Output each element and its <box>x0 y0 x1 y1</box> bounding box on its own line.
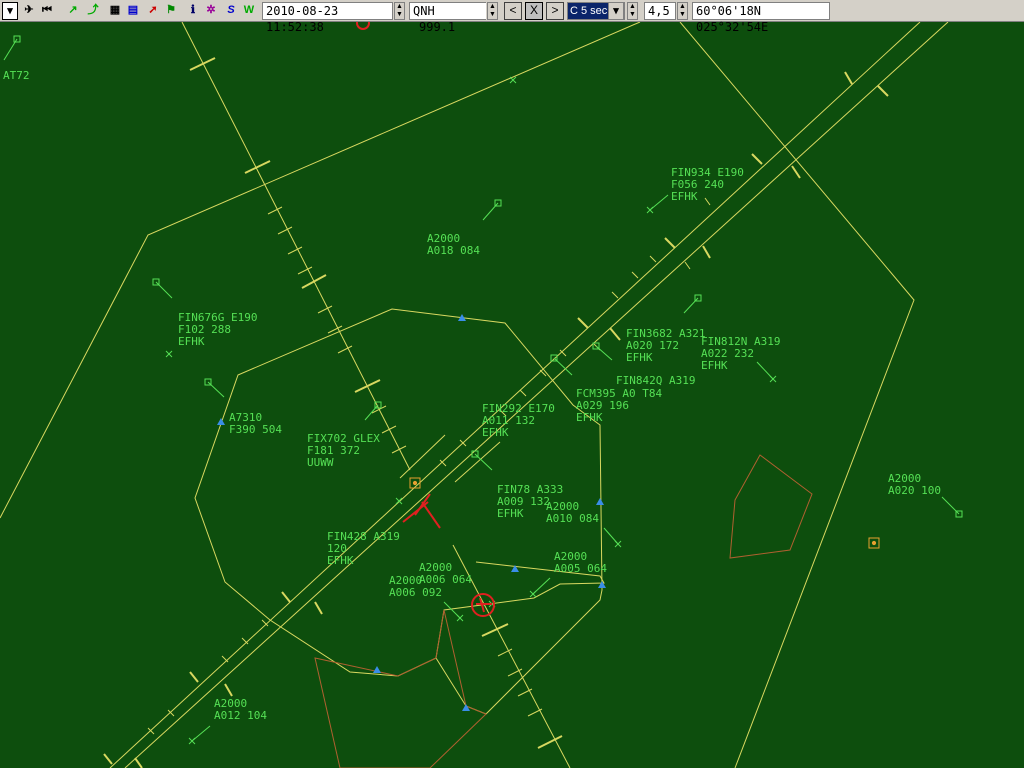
runway-icon[interactable]: ⚑ <box>162 2 180 20</box>
skip-start-icon[interactable]: ⏮ <box>38 2 56 20</box>
label-a2000-a010[interactable]: A2000 A010 084 <box>546 501 599 525</box>
label-a2000-a005-line: A005 064 <box>554 562 607 575</box>
label-fin842q-line: FIN842Q A319 <box>616 374 696 387</box>
weather-icon[interactable]: ✲ <box>202 2 220 20</box>
menu-dropdown-button[interactable]: ▾ <box>2 2 18 20</box>
label-fin812n-line: EFHK <box>701 359 728 372</box>
qnh-label: QNH <box>413 4 435 18</box>
datetime-spinner[interactable]: ▲ ▼ <box>394 2 405 20</box>
notes-icon[interactable]: ▤ <box>124 2 142 20</box>
label-fin292[interactable]: FIN292 E170 A011 132 EFHK <box>482 403 555 439</box>
w-button[interactable]: W <box>240 2 258 20</box>
label-fcm395-line: EFHK <box>576 411 603 424</box>
cursor-coordinates: 60°06'18N 025°32'54E <box>692 2 830 34</box>
label-a2000-a010-line: A010 084 <box>546 512 599 525</box>
label-fcm395[interactable]: FCM395 A0 T84 A029 196 EFHK <box>576 388 662 424</box>
stop-button[interactable]: X <box>525 2 543 20</box>
previous-button[interactable]: < <box>504 2 522 20</box>
label-a2000-a012[interactable]: A2000 A012 104 <box>214 698 267 722</box>
arrow-icon[interactable]: ➚ <box>144 2 162 20</box>
label-fin428-line: EFHK <box>327 554 354 567</box>
datetime-field[interactable]: 2010-08-23 11:52:38 <box>262 2 393 34</box>
label-fin934[interactable]: FIN934 E190 F056 240 EFHK <box>671 167 744 203</box>
label-fin3682[interactable]: FIN3682 A321 A020 172 EFHK <box>626 328 705 364</box>
toolbar: ▾ ✈ ⏮ ↗ ⤴ ▦ ▤ ➚ ⚑ ℹ ✲ S W 2010-08-23 11:… <box>0 0 1024 34</box>
interval-dropdown-icon[interactable]: ▾ <box>608 2 624 20</box>
label-a2000-a006-092[interactable]: A2000 A006 092 <box>389 575 442 599</box>
label-fin428[interactable]: FIN428 A319 120 EFHK <box>327 531 400 567</box>
range-field[interactable]: 4,5 <box>644 2 676 20</box>
label-fin812n[interactable]: FIN812N A319 A022 232 EFHK <box>701 336 780 372</box>
qnh-field: QNH 999.1 <box>409 2 486 34</box>
label-a2000-a006-092-line: A006 092 <box>389 586 442 599</box>
label-fin3682-line: EFHK <box>626 351 653 364</box>
range-spinner[interactable]: ▲ ▼ <box>677 2 688 20</box>
plane-icon[interactable]: ✈ <box>20 2 38 20</box>
label-fin842q[interactable]: FIN842Q A319 <box>616 375 695 387</box>
label-a7310[interactable]: A7310 F390 504 <box>229 412 282 436</box>
label-a2000-a020-east-line: A020 100 <box>888 484 941 497</box>
label-at72[interactable]: AT72 <box>3 70 30 82</box>
trail-icon[interactable]: ↗ <box>64 2 82 20</box>
label-fin934-line: EFHK <box>671 190 698 203</box>
qnh-spinner[interactable]: ▲ ▼ <box>487 2 498 20</box>
grid-icon[interactable]: ▦ <box>106 2 124 20</box>
label-a2000-a005[interactable]: A2000 A005 064 <box>554 551 607 575</box>
label-fix702[interactable]: FIX702 GLEX F181 372 UUWW <box>307 433 380 469</box>
info-icon[interactable]: ℹ <box>184 2 202 20</box>
label-fix702-line: UUWW <box>307 456 334 469</box>
label-fin676g-line: EFHK <box>178 335 205 348</box>
label-fin676g[interactable]: FIN676G E190 F102 288 EFHK <box>178 312 257 348</box>
label-a2000-a012-line: A012 104 <box>214 709 267 722</box>
label-a2000-a020-east[interactable]: A2000 A020 100 <box>888 473 941 497</box>
route-icon[interactable]: ⤴ <box>84 2 102 20</box>
label-a2000-a018[interactable]: A2000 A018 084 <box>427 233 480 257</box>
next-button[interactable]: > <box>546 2 564 20</box>
label-fin292-line: EFHK <box>482 426 509 439</box>
label-a2000-a018-line: A018 084 <box>427 244 480 257</box>
interval-spinner[interactable]: ▲ ▼ <box>627 2 638 20</box>
label-at72-line: AT72 <box>3 69 30 82</box>
flight-labels-layer: AT72 FIN934 E190 F056 240 EFHK A2000 A018 084… <box>0 22 1024 768</box>
s-button[interactable]: S <box>222 2 240 20</box>
label-a7310-line: F390 504 <box>229 423 282 436</box>
